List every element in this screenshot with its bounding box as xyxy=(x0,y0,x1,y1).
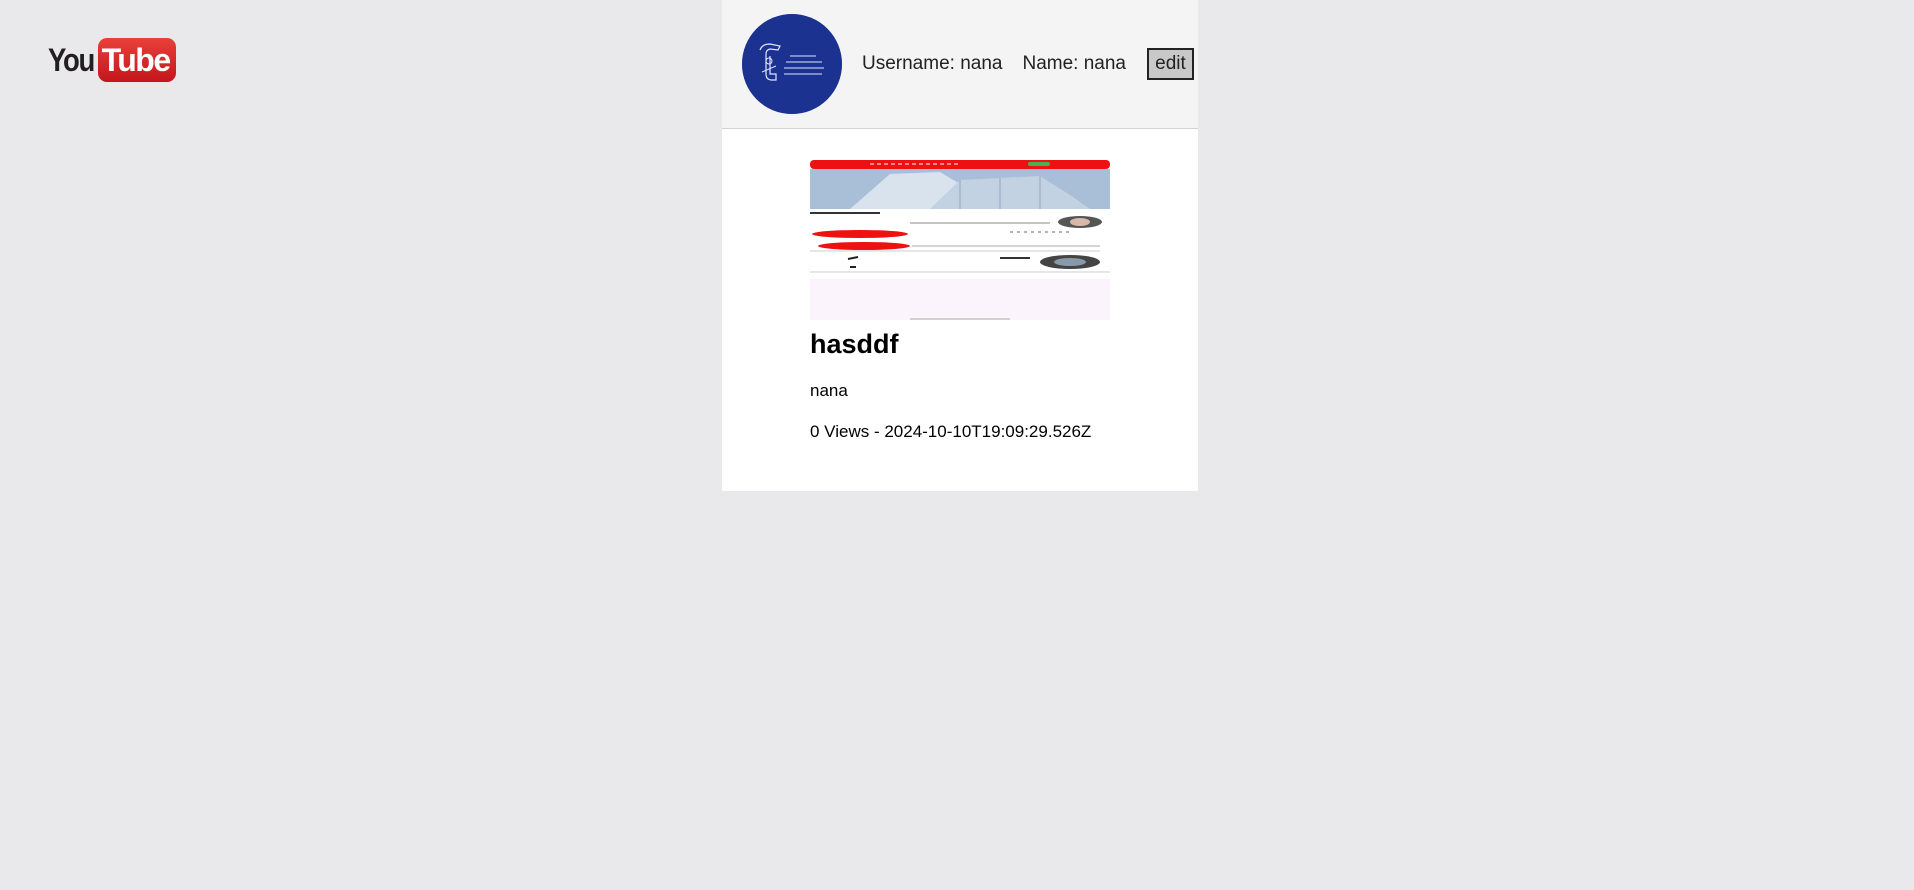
video-thumbnail[interactable] xyxy=(810,160,1110,320)
edit-button[interactable]: edit xyxy=(1146,48,1194,80)
profile-panel: Username: nana Name: nana edit hasddf na… xyxy=(722,0,1198,491)
avatar xyxy=(742,14,842,114)
video-card[interactable]: hasddf nana 0 Views - 2024-10-10T19:09:2… xyxy=(810,160,1110,442)
username-label: Username: nana xyxy=(862,53,1003,74)
video-owner: nana xyxy=(810,381,848,400)
avatar-image xyxy=(742,14,842,114)
video-meta: 0 Views - 2024-10-10T19:09:29.526Z xyxy=(810,422,1092,441)
logo-you-text: You xyxy=(48,41,95,78)
profile-header: Username: nana Name: nana edit xyxy=(722,0,1198,129)
logo-tube-text: Tube xyxy=(97,38,176,82)
name-label: Name: nana xyxy=(1022,53,1126,74)
video-title[interactable]: hasddf xyxy=(810,327,1110,361)
youtube-logo[interactable]: You Tube xyxy=(48,38,176,82)
